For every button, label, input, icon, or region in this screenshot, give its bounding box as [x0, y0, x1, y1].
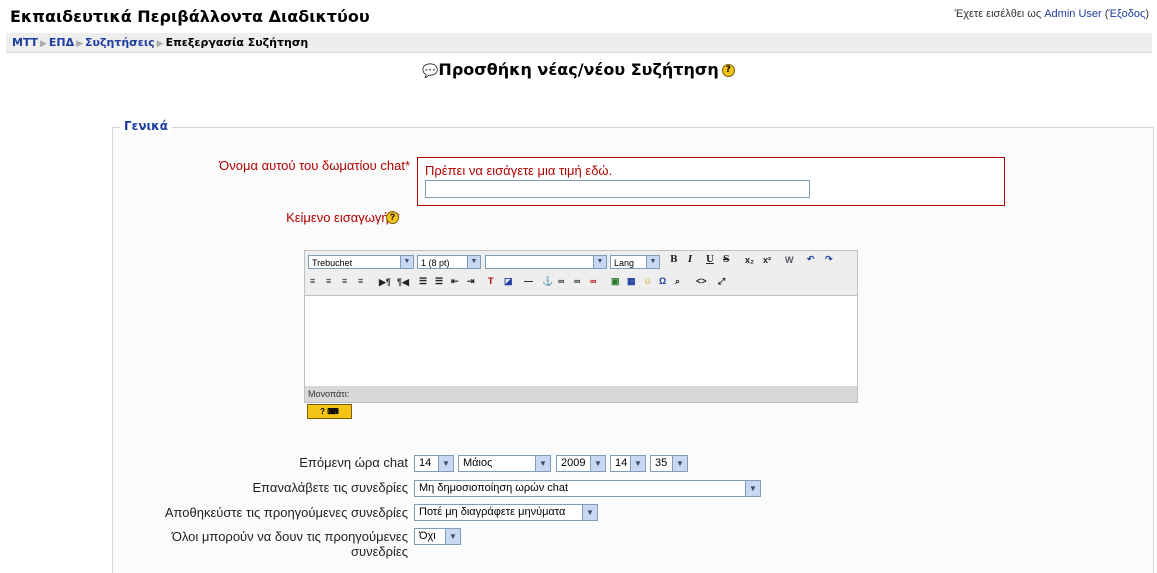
breadcrumb-item-chats[interactable]: Συζητήσεις — [85, 36, 155, 49]
login-prefix: Έχετε εισέλθει ως — [954, 8, 1042, 20]
horizontal-rule-icon[interactable]: — — [524, 276, 533, 286]
chevron-down-icon: ▼ — [672, 456, 687, 471]
chevron-down-icon: ▼ — [590, 456, 605, 471]
breadcrumb-separator-icon: ▶ — [39, 39, 47, 49]
special-chars-icon[interactable]: Ω — [659, 276, 666, 286]
page-title: 💬Προσθήκη νέας/νέου Συζήτηση? — [0, 60, 1157, 79]
logout-close: ) — [1145, 8, 1149, 20]
chevron-down-icon: ▼ — [582, 505, 597, 520]
intro-help-icon[interactable]: ? — [386, 211, 399, 224]
fullscreen-icon[interactable]: ⤢ — [718, 276, 725, 287]
ltr-icon[interactable]: ▶¶ — [379, 277, 391, 288]
bold-icon[interactable]: B — [670, 255, 678, 265]
format-select[interactable]: ▼ — [485, 255, 607, 269]
html-editor: Trebuchet ▼ 1 (8 pt) ▼ ▼ Lang ▼ B I U S x₂ … — [304, 250, 858, 403]
strikethrough-icon[interactable]: S — [723, 255, 730, 265]
anchor-icon[interactable]: ⚓ — [542, 276, 553, 287]
chevron-down-icon: ▼ — [535, 456, 550, 471]
next-chat-label: Επόμενη ώρα chat — [299, 455, 408, 470]
undo-icon[interactable]: ↶ — [807, 254, 815, 265]
help-icon[interactable]: ? — [721, 64, 735, 77]
repeat-select[interactable]: Μη δημοσιοποίηση ωρών chat ▼ — [414, 480, 761, 497]
html-source-icon[interactable]: <> — [696, 276, 707, 286]
logout-link[interactable]: Έξοδος — [1108, 8, 1145, 20]
chevron-down-icon: ▼ — [646, 256, 659, 268]
chevron-down-icon: ▼ — [400, 256, 413, 268]
save-sessions-select[interactable]: Ποτέ μη διαγράφετε μηνύματα ▼ — [414, 504, 598, 521]
chevron-down-icon: ▼ — [745, 481, 760, 496]
align-center-icon[interactable]: ≡ — [326, 276, 331, 286]
month-select[interactable]: Μάιος ▼ — [458, 455, 551, 472]
chevron-down-icon: ▼ — [438, 456, 453, 471]
table-icon[interactable]: ▦ — [627, 276, 636, 287]
breadcrumb-separator-icon: ▶ — [76, 39, 84, 49]
keyboard-help-button[interactable]: ? ⌨ — [307, 404, 352, 419]
lang-select[interactable]: Lang ▼ — [610, 255, 660, 269]
navbar: ΜΤΤ ▶ ΕΠΔ ▶ Συζητήσεις ▶ Επεξεργασία Συζήτηση — [6, 33, 1152, 53]
smiley-icon[interactable]: ☺ — [643, 276, 652, 286]
minute-select[interactable]: 35 ▼ — [650, 455, 688, 472]
site-title: Εκπαιδευτικά Περιβάλλοντα Διαδικτύου — [10, 7, 370, 26]
chat-name-input[interactable] — [425, 180, 810, 198]
breadcrumb: ΜΤΤ ▶ ΕΠΔ ▶ Συζητήσεις ▶ Επεξεργασία Συζήτηση — [12, 36, 308, 49]
subscript-icon[interactable]: x₂ — [745, 255, 754, 265]
editor-toolbar-row-2: ≡ ≡ ≡ ≡ ▶¶ ¶◀ ☰ ☰ ⇤ ⇥ T ◪ — ⚓ ∞ ∞ ∞ ▣ ▦ … — [305, 273, 857, 295]
italic-icon[interactable]: I — [688, 255, 692, 265]
year-select[interactable]: 2009 ▼ — [556, 455, 606, 472]
align-left-icon[interactable]: ≡ — [310, 276, 315, 286]
login-info: Έχετε εισέλθει ως Admin User (Έξοδος) — [955, 8, 1149, 20]
breadcrumb-current: Επεξεργασία Συζήτηση — [165, 36, 309, 49]
image-icon[interactable]: ▣ — [611, 276, 620, 287]
editor-toolbar-row-1: Trebuchet ▼ 1 (8 pt) ▼ ▼ Lang ▼ B I U S x₂ … — [305, 251, 857, 273]
font-select[interactable]: Trebuchet ▼ — [308, 255, 414, 269]
size-select[interactable]: 1 (8 pt) ▼ — [417, 255, 481, 269]
outdent-icon[interactable]: ⇤ — [451, 276, 459, 287]
editor-path-bar: Μονοπάτι: — [305, 386, 857, 402]
redo-icon[interactable]: ↷ — [825, 254, 833, 265]
background-color-icon[interactable]: ◪ — [504, 276, 513, 287]
user-link[interactable]: Admin User — [1044, 8, 1101, 20]
intro-label: Κείμενο εισαγωγής* — [160, 210, 400, 225]
superscript-icon[interactable]: x² — [763, 255, 771, 265]
save-sessions-label: Αποθηκεύστε τις προηγούμενες συνεδρίες — [164, 505, 408, 520]
nolink-icon[interactable]: ∞ — [590, 276, 596, 286]
name-error-message: Πρέπει να εισάγετε μια τιμή εδώ. — [425, 163, 613, 178]
text-color-icon[interactable]: T — [488, 276, 494, 286]
chevron-down-icon: ▼ — [593, 256, 606, 268]
chevron-down-icon: ▼ — [630, 456, 645, 471]
chat-icon: 💬 — [422, 64, 439, 79]
clean-word-icon[interactable]: W — [785, 255, 794, 265]
chevron-down-icon: ▼ — [467, 256, 480, 268]
breadcrumb-item-epd[interactable]: ΕΠΔ — [49, 36, 74, 49]
view-sessions-label-line2: συνεδρίες — [350, 544, 408, 559]
chevron-down-icon: ▼ — [445, 529, 460, 544]
editor-content-area[interactable] — [305, 295, 857, 387]
view-sessions-select[interactable]: Όχι ▼ — [414, 528, 461, 545]
view-sessions-label: Όλοι μπορούν να δουν τις προηγούμενες συ… — [100, 529, 408, 559]
hour-select[interactable]: 14 ▼ — [610, 455, 646, 472]
ordered-list-icon[interactable]: ☰ — [419, 276, 427, 287]
align-right-icon[interactable]: ≡ — [342, 276, 347, 286]
link-icon[interactable]: ∞ — [558, 276, 564, 286]
intro-label-text: Κείμενο εισαγωγής* — [286, 210, 400, 225]
underline-icon[interactable]: U — [706, 255, 714, 265]
breadcrumb-item-mtt[interactable]: ΜΤΤ — [12, 36, 38, 49]
search-replace-icon[interactable]: ⌕ — [675, 276, 680, 287]
rtl-icon[interactable]: ¶◀ — [397, 277, 409, 288]
day-select[interactable]: 14 ▼ — [414, 455, 454, 472]
section-legend[interactable]: Γενικά — [120, 119, 172, 133]
repeat-label: Επαναλάβετε τις συνεδρίες — [252, 480, 408, 495]
unlink-icon[interactable]: ∞ — [574, 276, 580, 286]
page-title-text: Προσθήκη νέας/νέου Συζήτηση — [438, 60, 719, 79]
breadcrumb-separator-icon: ▶ — [156, 39, 164, 49]
view-sessions-label-line1: Όλοι μπορούν να δουν τις προηγούμενες — [171, 529, 408, 544]
name-error-box: Πρέπει να εισάγετε μια τιμή εδώ. — [417, 157, 1005, 206]
justify-icon[interactable]: ≡ — [358, 276, 363, 286]
unordered-list-icon[interactable]: ☰ — [435, 276, 443, 287]
name-label: Όνομα αυτού του δωματίου chat* — [219, 158, 410, 173]
indent-icon[interactable]: ⇥ — [467, 276, 475, 287]
